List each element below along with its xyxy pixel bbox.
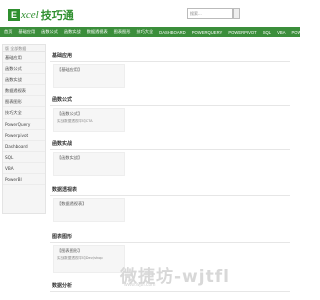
sidebar-item-tips[interactable]: 技巧大全 — [3, 107, 45, 119]
sidebar-item-function-practice[interactable]: 函数实战 — [3, 74, 45, 86]
nav-item-vba[interactable]: VBA — [277, 30, 285, 35]
sidebar-item-dashboard[interactable]: Dashboard — [3, 141, 45, 152]
sidebar-item-formula[interactable]: 函数公式 — [3, 63, 45, 75]
watermark-url: www.wjtfl.com — [124, 282, 156, 288]
logo-text: xcel — [21, 9, 39, 21]
section-title[interactable]: 函数公式 — [50, 96, 290, 104]
section-basic: 基础应用 【基础应用】 — [50, 52, 290, 88]
sidebar-item-sql[interactable]: SQL — [3, 152, 45, 163]
nav-item-pivot[interactable]: 数据透视表 — [87, 29, 108, 35]
nav-item-powerpivot[interactable]: POWERPIVOT — [228, 30, 256, 35]
section-title[interactable]: 函数实战 — [50, 140, 290, 148]
section-card[interactable]: 【函数公式】 实战数据透视平均CTA — [53, 108, 125, 132]
sidebar-head: 版 全部数据 — [3, 45, 45, 52]
sidebar-item-powerpivot[interactable]: Powerpivot — [3, 130, 45, 141]
section-formula: 函数公式 【函数公式】 实战数据透视平均CTA — [50, 96, 290, 132]
section-title[interactable]: 图表图形 — [50, 233, 290, 241]
sidebar-item-powerbi[interactable]: PowerBI — [3, 174, 45, 186]
search-button[interactable] — [233, 8, 240, 19]
section-card[interactable]: 【函数实战】 — [53, 152, 125, 176]
card-tag: 【图表图形】 — [57, 248, 83, 253]
section-divider — [50, 61, 290, 62]
nav-item-tips[interactable]: 技巧大全 — [136, 29, 153, 35]
card-tag: 【数据透视表】 — [57, 201, 87, 206]
card-desc: 实战数据透视平均Dev/shop — [57, 256, 103, 260]
sidebar-item-pivot[interactable]: 数据透视表 — [3, 85, 45, 97]
section-function-practice: 函数实战 【函数实战】 — [50, 140, 290, 176]
section-title[interactable]: 数据透视表 — [50, 186, 290, 194]
search-input[interactable]: 搜索... — [187, 8, 233, 19]
section-card[interactable]: 【数据透视表】 — [53, 198, 125, 222]
section-charts: 图表图形 【图表图形】 实战数据透视平均Dev/shop — [50, 233, 290, 273]
nav-item-function-practice[interactable]: 函数实战 — [64, 29, 81, 35]
section-card[interactable]: 【基础应用】 — [53, 64, 125, 88]
logo-cn: 技巧通 — [40, 9, 74, 22]
card-desc: 实战数据透视平均CTA — [57, 119, 93, 123]
section-divider — [50, 242, 290, 243]
section-divider — [50, 291, 290, 292]
header: E xcel 技巧通 搜索... — [0, 0, 300, 26]
section-divider — [50, 195, 290, 196]
sidebar-item-powerquery[interactable]: PowerQuery — [3, 119, 45, 130]
logo-mark: E — [8, 9, 20, 21]
main-nav: 首页 基础应用 函数公式 函数实战 数据透视表 图表图形 技巧大全 DASHBO… — [0, 27, 320, 37]
nav-item-home[interactable]: 首页 — [4, 29, 12, 35]
sidebar-item-charts[interactable]: 图表图形 — [3, 96, 45, 108]
section-divider — [50, 105, 290, 106]
sidebar-item-basic[interactable]: 基础应用 — [3, 52, 45, 64]
nav-item-charts[interactable]: 图表图形 — [114, 29, 131, 35]
section-pivot: 数据透视表 【数据透视表】 — [50, 186, 290, 222]
nav-item-powerbi[interactable]: POWERBI — [292, 30, 312, 35]
nav-item-sql[interactable]: SQL — [263, 30, 271, 35]
nav-item-powerquery[interactable]: POWERQUERY — [192, 30, 223, 35]
sidebar-item-vba[interactable]: VBA — [3, 163, 45, 175]
nav-item-dashboard[interactable]: DASHBOARD — [159, 30, 186, 35]
nav-item-formula[interactable]: 函数公式 — [41, 29, 58, 35]
section-divider — [50, 149, 290, 150]
sidebar: 版 全部数据 基础应用 函数公式 函数实战 数据透视表 图表图形 技巧大全 Po… — [2, 44, 46, 214]
site-logo[interactable]: E xcel 技巧通 — [8, 7, 74, 23]
nav-item-basic[interactable]: 基础应用 — [18, 29, 35, 35]
section-card[interactable]: 【图表图形】 实战数据透视平均Dev/shop — [53, 245, 125, 273]
card-tag: 【函数实战】 — [57, 155, 83, 160]
card-tag: 【基础应用】 — [57, 67, 83, 72]
card-tag: 【函数公式】 — [57, 111, 83, 116]
section-title[interactable]: 基础应用 — [50, 52, 290, 60]
